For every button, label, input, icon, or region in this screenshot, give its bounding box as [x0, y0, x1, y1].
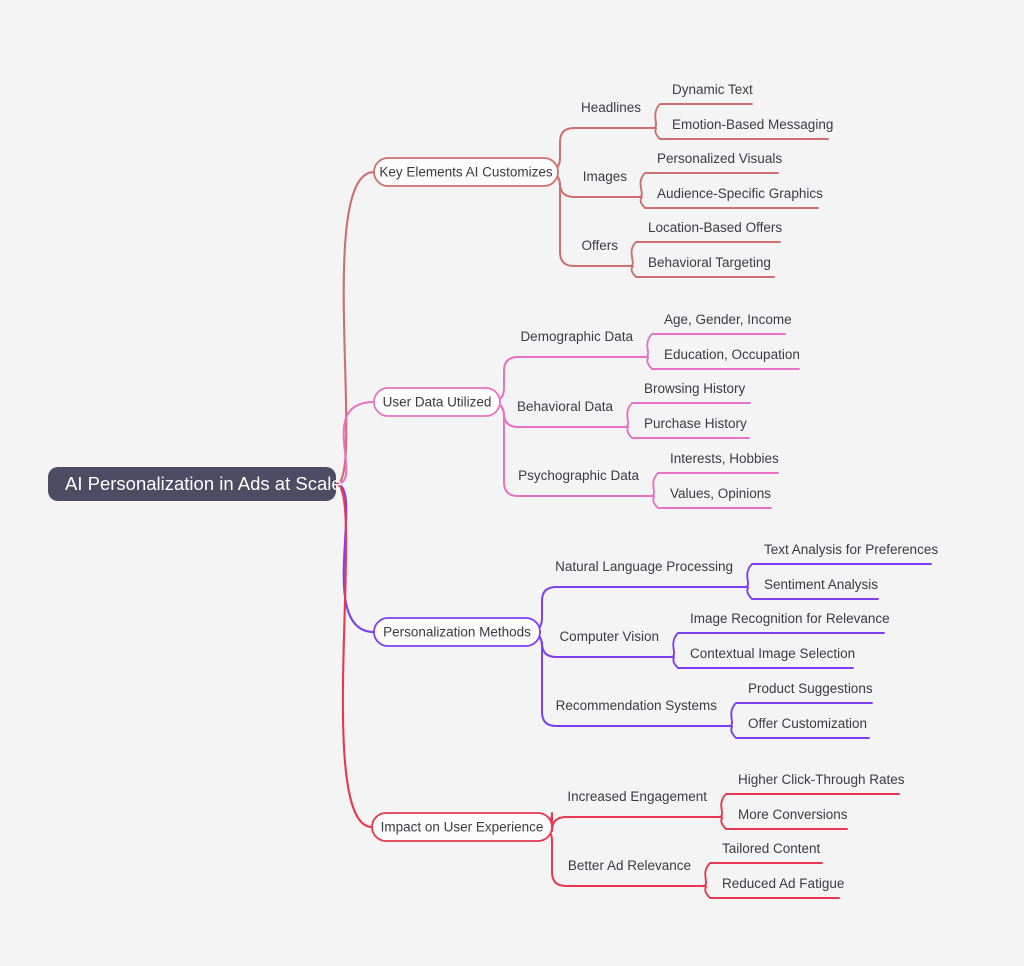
mindmap-canvas: Key Elements AI Customizes Headlines Dynam… [0, 0, 1024, 966]
mindmap-svg: Key Elements AI Customizes Headlines Dynam… [48, 82, 938, 899]
leaf-label-3-1-0[interactable]: Tailored Content [722, 841, 821, 856]
branch-node-label-2: Personalization Methods [383, 625, 531, 640]
leaf-label-1-0-0[interactable]: Age, Gender, Income [664, 312, 792, 327]
child-label-1-1[interactable]: Behavioral Data [517, 399, 614, 414]
branch-node-label-1: User Data Utilized [383, 395, 492, 410]
leaf-label-3-1-1[interactable]: Reduced Ad Fatigue [722, 876, 844, 891]
leaf-label-0-2-0[interactable]: Location-Based Offers [648, 220, 782, 235]
leaf-label-2-1-1[interactable]: Contextual Image Selection [690, 646, 855, 661]
leaf-label-0-1-0[interactable]: Personalized Visuals [657, 151, 782, 166]
child-connector-3-0 [537, 812, 719, 832]
root-node-label: AI Personalization in Ads at Scale [65, 473, 342, 494]
branch-node-label-3: Impact on User Experience [381, 820, 544, 835]
leaf-label-1-2-1[interactable]: Values, Opinions [670, 486, 771, 501]
leaf-label-1-1-1[interactable]: Purchase History [644, 416, 747, 431]
leaf-label-0-2-1[interactable]: Behavioral Targeting [648, 255, 771, 270]
child-connector-3-1 [537, 826, 703, 887]
leaf-label-3-0-0[interactable]: Higher Click-Through Rates [738, 772, 905, 787]
child-label-1-2[interactable]: Psychographic Data [518, 468, 639, 483]
branch-trunk-3 [334, 482, 374, 829]
leaf-label-1-0-1[interactable]: Education, Occupation [664, 347, 800, 362]
leaf-label-2-0-1[interactable]: Sentiment Analysis [764, 577, 878, 592]
nodes-layer: Key Elements AI Customizes Headlines Dynam… [48, 82, 938, 891]
leaf-label-2-1-0[interactable]: Image Recognition for Relevance [690, 611, 890, 626]
branch-trunk-2 [334, 482, 376, 634]
leaf-label-1-2-0[interactable]: Interests, Hobbies [670, 451, 779, 466]
leaf-label-3-0-1[interactable]: More Conversions [738, 807, 848, 822]
branch-trunk-1 [334, 400, 376, 486]
branch-node-label-0: Key Elements AI Customizes [379, 165, 553, 180]
child-label-3-0[interactable]: Increased Engagement [567, 789, 707, 804]
leaf-label-0-0-0[interactable]: Dynamic Text [672, 82, 753, 97]
child-connector-1-0 [489, 356, 645, 403]
child-label-3-1[interactable]: Better Ad Relevance [568, 858, 691, 873]
leaf-label-1-1-0[interactable]: Browsing History [644, 381, 746, 396]
leaf-label-2-2-1[interactable]: Offer Customization [748, 716, 867, 731]
child-label-2-1[interactable]: Computer Vision [559, 629, 659, 644]
child-label-0-2[interactable]: Offers [581, 238, 618, 253]
child-label-0-0[interactable]: Headlines [581, 100, 641, 115]
child-label-2-2[interactable]: Recommendation Systems [556, 698, 718, 713]
child-connector-0-0 [545, 127, 653, 173]
leaf-label-2-0-0[interactable]: Text Analysis for Preferences [764, 542, 938, 557]
branch-trunk-0 [334, 170, 376, 486]
leaf-label-0-0-1[interactable]: Emotion-Based Messaging [672, 117, 833, 132]
child-label-0-1[interactable]: Images [583, 169, 628, 184]
child-label-1-0[interactable]: Demographic Data [520, 329, 633, 344]
child-label-2-0[interactable]: Natural Language Processing [555, 559, 733, 574]
leaf-label-0-1-1[interactable]: Audience-Specific Graphics [657, 186, 823, 201]
leaf-label-2-2-0[interactable]: Product Suggestions [748, 681, 873, 696]
